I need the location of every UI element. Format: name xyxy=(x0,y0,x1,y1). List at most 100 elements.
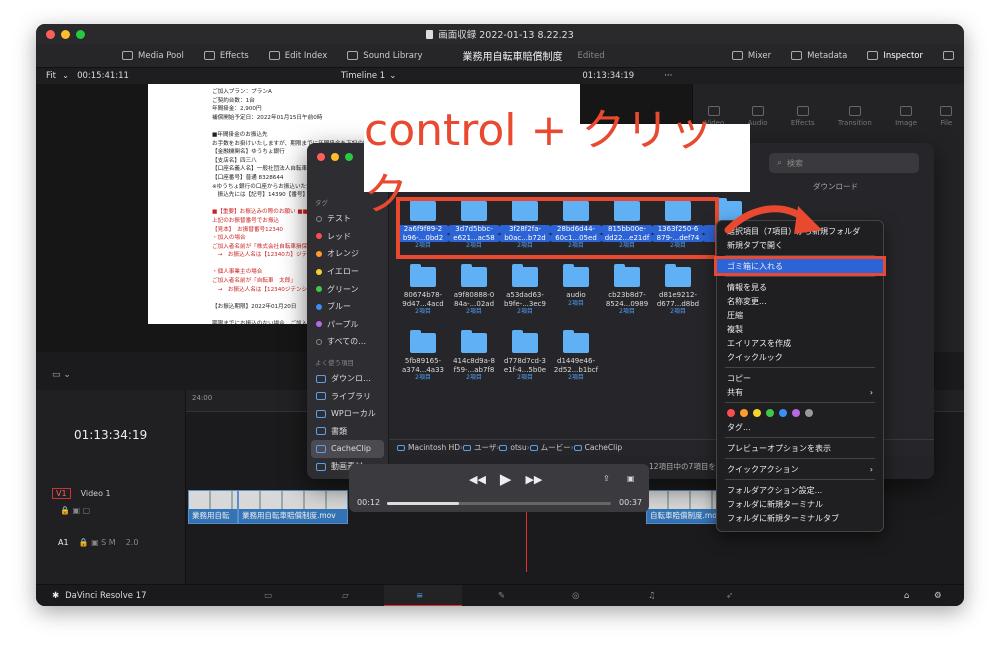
deliver-page-icon[interactable]: ➶ xyxy=(726,591,733,601)
fusion-page-icon[interactable]: ✎ xyxy=(498,591,505,601)
menu-item[interactable]: クイックルック xyxy=(717,350,883,364)
list-icon xyxy=(268,51,280,60)
tag-color-dot[interactable] xyxy=(766,409,774,417)
sidebar-favorite-item[interactable]: CacheClip xyxy=(311,440,384,458)
folder-item[interactable]: d81e9212- d677...d8bd 2項目 xyxy=(652,264,704,317)
edit-index-button[interactable]: Edit Index xyxy=(259,44,338,67)
menu-item[interactable]: フォルダに新規ターミナル xyxy=(717,497,883,511)
sidebar-favorite-item[interactable]: ダウンロ… xyxy=(307,370,388,388)
folder-name-line1: cb23b8d7- xyxy=(608,291,646,299)
menu-item[interactable]: 名称変更... xyxy=(717,294,883,308)
sidebar-tag-item[interactable]: パープル xyxy=(307,316,388,334)
menu-item[interactable]: 共有 › xyxy=(717,385,883,399)
inspector-button[interactable]: Inspector xyxy=(857,44,933,67)
tag-color-dot[interactable] xyxy=(779,409,787,417)
video-clip-1[interactable]: 業務用自転 xyxy=(188,490,238,524)
menu-item[interactable]: ゴミ箱に入れる xyxy=(714,256,886,276)
panel-toggle-button[interactable] xyxy=(933,44,964,67)
inspector-tab-effects[interactable]: Effects xyxy=(791,106,815,127)
sidebar-tag-item[interactable]: イエロー xyxy=(307,263,388,281)
video-track-name: Video 1 xyxy=(80,489,111,498)
folder-item[interactable]: cb23b8d7- 8524...0989 2項目 xyxy=(601,264,653,317)
folder-item[interactable]: d1449e46- 2d52...b1bcf 2項目 xyxy=(550,330,602,383)
audio-track-controls[interactable]: 🔒 ▣ S M xyxy=(79,538,116,547)
audio-track-id[interactable]: A1 xyxy=(58,538,69,547)
home-icon[interactable]: ⌂ xyxy=(904,591,909,601)
folder-item[interactable]: a9f80888-0 84a-...02ad 2項目 xyxy=(448,264,500,317)
clip-selector-icon[interactable]: ▭ ⌄ xyxy=(52,370,71,380)
inspector-tab-image[interactable]: Image xyxy=(895,106,917,127)
folder-item[interactable]: d778d7cd-3 e1f-4...5b0e 2項目 xyxy=(499,330,551,383)
path-item[interactable]: CacheClip xyxy=(585,443,623,452)
finder-search-field[interactable]: ⌕ 検索 xyxy=(769,153,919,173)
sidebar-tag-item[interactable]: レッド xyxy=(307,228,388,246)
fast-forward-icon[interactable]: ▶▶ xyxy=(525,473,542,486)
minimize-button[interactable] xyxy=(331,153,339,161)
zoom-button[interactable] xyxy=(76,30,85,39)
sidebar-tag-item[interactable]: グリーン xyxy=(307,280,388,298)
path-item[interactable]: Macintosh HD xyxy=(408,443,460,452)
mixer-button[interactable]: Mixer xyxy=(722,44,781,67)
sidebar-tag-item[interactable]: オレンジ xyxy=(307,245,388,263)
effects-button[interactable]: Effects xyxy=(194,44,259,67)
menu-item[interactable]: エイリアスを作成 xyxy=(717,336,883,350)
menu-item[interactable]: 圧縮 xyxy=(717,308,883,322)
gear-icon[interactable]: ⚙ xyxy=(934,591,942,601)
menu-item[interactable]: フォルダに新規ターミナルタブ xyxy=(717,511,883,525)
video-track-controls[interactable]: 🔒 ▣ ▢ xyxy=(60,506,90,515)
close-button[interactable] xyxy=(46,30,55,39)
menu-item[interactable]: クイックアクション › xyxy=(717,462,883,476)
menu-item[interactable]: 情報を見る xyxy=(717,280,883,294)
video-track-id[interactable]: V1 xyxy=(52,488,71,499)
folder-item[interactable]: audio 2項目 xyxy=(550,264,602,308)
zoom-button[interactable] xyxy=(345,153,353,161)
folder-icon xyxy=(512,264,538,287)
path-item[interactable]: ムービー xyxy=(541,442,571,453)
metadata-button[interactable]: Metadata xyxy=(781,44,857,67)
sidebar-favorite-item[interactable]: 書類 xyxy=(307,423,388,441)
menu-item[interactable]: コピー xyxy=(717,371,883,385)
fairlight-page-icon[interactable]: ♫ xyxy=(648,591,656,601)
ellipsis-icon[interactable]: ··· xyxy=(664,71,672,81)
tag-color-dot[interactable] xyxy=(753,409,761,417)
path-item[interactable]: ユーザ xyxy=(474,442,496,453)
sidebar-favorite-item[interactable]: ライブラリ xyxy=(307,387,388,405)
folder-item[interactable]: 5fb89165- a374...4a33 2項目 xyxy=(397,330,449,383)
video-clip-3[interactable]: 自転車賠償制度.mov xyxy=(646,490,720,524)
timeline-selector[interactable]: Timeline 1 xyxy=(341,71,385,81)
inspector-tab-audio[interactable]: Audio xyxy=(748,106,768,127)
minimize-button[interactable] xyxy=(61,30,70,39)
player-scrubber[interactable] xyxy=(387,502,611,505)
media-page-icon[interactable]: ▭ xyxy=(264,591,272,601)
tag-color-dot[interactable] xyxy=(727,409,735,417)
inspector-tab-file[interactable]: File xyxy=(940,106,953,127)
folder-icon xyxy=(614,264,640,287)
play-icon[interactable]: ▶ xyxy=(500,470,512,488)
zoom-fit-select[interactable]: Fit xyxy=(46,71,56,81)
menu-item[interactable]: フォルダアクション設定... xyxy=(717,483,883,497)
tag-color-dot[interactable] xyxy=(805,409,813,417)
video-clip-2[interactable]: 業務用自転車賠償制度.mov xyxy=(238,490,348,524)
close-button[interactable] xyxy=(317,153,325,161)
menu-item[interactable]: 複製 xyxy=(717,322,883,336)
cut-page-icon[interactable]: ▱ xyxy=(342,591,349,601)
tag-color-dot[interactable] xyxy=(792,409,800,417)
folder-item[interactable]: 80674b78- 9d47...4acd 2項目 xyxy=(397,264,449,317)
edit-page-icon[interactable]: ≡ xyxy=(416,591,423,601)
sidebar-favorite-item[interactable]: WPローカル xyxy=(307,405,388,423)
sidebar-tag-item[interactable]: ブルー xyxy=(307,298,388,316)
color-page-icon[interactable]: ◎ xyxy=(572,591,579,601)
menu-item[interactable]: タグ... xyxy=(717,420,883,434)
sidebar-tag-item[interactable]: すべての… xyxy=(307,333,388,351)
inspector-tab-transition[interactable]: Transition xyxy=(838,106,872,127)
menu-item[interactable]: プレビューオプションを表示 xyxy=(717,441,883,455)
sound-library-button[interactable]: Sound Library xyxy=(337,44,432,67)
path-item[interactable]: otsu xyxy=(510,443,526,452)
folder-item[interactable]: a53dad63- b9fe-...3ec9 2項目 xyxy=(499,264,551,317)
rewind-icon[interactable]: ◀◀ xyxy=(469,473,486,486)
tag-color-dot[interactable] xyxy=(740,409,748,417)
folder-item[interactable]: 414c8d9a-8 f59-...ab7f8 2項目 xyxy=(448,330,500,383)
share-icon[interactable]: ⇪ xyxy=(603,474,610,483)
pip-icon[interactable]: ▣ xyxy=(627,474,635,483)
media-pool-button[interactable]: Media Pool xyxy=(36,44,194,67)
